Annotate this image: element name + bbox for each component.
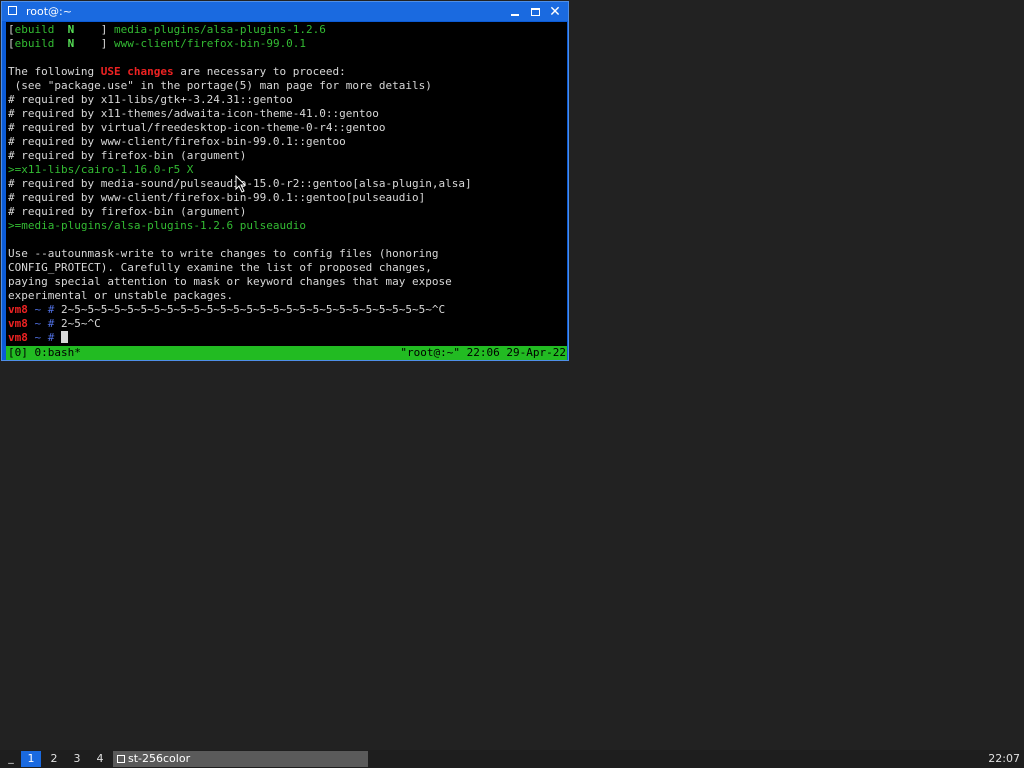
panel-clock: 22:07: [988, 752, 1020, 765]
terminal-text: ~: [27, 317, 48, 330]
terminal-text: ebuild: [14, 37, 55, 50]
terminal-text: vm8: [8, 303, 28, 316]
minimize-button[interactable]: [505, 3, 525, 20]
terminal-line: # required by www-client/firefox-bin-99.…: [8, 191, 472, 205]
terminal-line: # required by x11-themes/adwaita-icon-th…: [8, 107, 472, 121]
tmux-status-bar: [0] 0:bash* "root@:~" 22:06 29-Apr-22: [6, 346, 567, 360]
workspace-3[interactable]: 3: [67, 751, 87, 767]
taskbar-item-terminal[interactable]: st-256color: [113, 751, 368, 767]
terminal-text: vm8: [8, 317, 28, 330]
terminal-line: experimental or unstable packages.: [8, 289, 472, 303]
terminal-window[interactable]: root@:~ ✕ [ebuild N ] media-plugins/alsa…: [1, 1, 569, 361]
window-icon: [117, 755, 125, 763]
window-title: root@:~: [26, 5, 72, 18]
terminal-text: [: [8, 37, 15, 50]
tmux-window-list: [0] 0:bash*: [8, 346, 81, 359]
terminal-text: Use --autounmask-write to write changes …: [8, 247, 439, 260]
tmux-status-right: "root@:~" 22:06 29-Apr-22: [400, 346, 566, 359]
terminal-text: ~: [27, 331, 48, 344]
terminal-text: vm8: [8, 331, 28, 344]
terminal-line: # required by firefox-bin (argument): [8, 149, 472, 163]
terminal-text: ]: [74, 23, 114, 36]
terminal-line: (see "package.use" in the portage(5) man…: [8, 79, 472, 93]
terminal-text: #: [47, 331, 61, 344]
terminal-text: [: [8, 23, 15, 36]
terminal-text: The following: [8, 65, 101, 78]
workspace-4[interactable]: 4: [90, 751, 110, 767]
terminal-line: # required by www-client/firefox-bin-99.…: [8, 135, 472, 149]
terminal-line: CONFIG_PROTECT). Carefully examine the l…: [8, 261, 472, 275]
terminal-text: #: [47, 303, 61, 316]
terminal-text: CONFIG_PROTECT). Carefully examine the l…: [8, 261, 432, 274]
maximize-button[interactable]: [525, 3, 545, 20]
terminal-text: # required by www-client/firefox-bin-99.…: [8, 135, 346, 148]
close-icon: ✕: [549, 3, 561, 20]
terminal-text: 2~5~^C: [61, 317, 101, 330]
terminal-line: # required by firefox-bin (argument): [8, 205, 472, 219]
terminal-line: # required by virtual/freedesktop-icon-t…: [8, 121, 472, 135]
terminal-text: ]: [74, 37, 114, 50]
text-cursor: [61, 331, 68, 343]
mouse-cursor-icon: [235, 175, 247, 193]
window-icon[interactable]: [8, 6, 17, 15]
terminal-line: Use --autounmask-write to write changes …: [8, 247, 472, 261]
terminal-text: # required by firefox-bin (argument): [8, 205, 247, 218]
terminal-text: # required by x11-libs/gtk+-3.24.31::gen…: [8, 93, 293, 106]
terminal-line: vm8 ~ # 2~5~^C: [8, 317, 472, 331]
terminal-line: >=media-plugins/alsa-plugins-1.2.6 pulse…: [8, 219, 472, 233]
terminal-text: # required by firefox-bin (argument): [8, 149, 247, 162]
terminal-text: # required by www-client/firefox-bin-99.…: [8, 191, 426, 204]
terminal-text: ebuild: [14, 23, 55, 36]
panel-menu-button[interactable]: _: [4, 750, 18, 768]
terminal-line: # required by x11-libs/gtk+-3.24.31::gen…: [8, 93, 472, 107]
terminal-line: vm8 ~ #: [8, 331, 472, 345]
window-titlebar[interactable]: root@:~ ✕: [2, 2, 568, 21]
taskbar-item-label: st-256color: [128, 752, 191, 765]
terminal-line: paying special attention to mask or keyw…: [8, 275, 472, 289]
minimize-icon: [511, 14, 519, 16]
workspace-1[interactable]: 1: [21, 751, 41, 767]
terminal-area[interactable]: [ebuild N ] media-plugins/alsa-plugins-1…: [6, 22, 567, 360]
terminal-text: paying special attention to mask or keyw…: [8, 275, 452, 288]
terminal-line: vm8 ~ # 2~5~5~5~5~5~5~5~5~5~5~5~5~5~5~5~…: [8, 303, 472, 317]
terminal-text: # required by virtual/freedesktop-icon-t…: [8, 121, 386, 134]
maximize-icon: [530, 7, 540, 16]
terminal-line: [ebuild N ] media-plugins/alsa-plugins-1…: [8, 23, 472, 37]
terminal-text: >=media-plugins/alsa-plugins-1.2.6 pulse…: [8, 219, 307, 232]
terminal-text: >=x11-libs/cairo-1.16.0-r5 X: [8, 163, 194, 176]
terminal-text: media-plugins/alsa-plugins-1.2.6: [114, 23, 326, 36]
terminal-text: USE changes: [100, 65, 174, 78]
terminal-line: The following USE changes are necessary …: [8, 65, 472, 79]
workspace-2[interactable]: 2: [44, 751, 64, 767]
terminal-line: [ebuild N ] www-client/firefox-bin-99.0.…: [8, 37, 472, 51]
terminal-text: ~: [27, 303, 48, 316]
terminal-text: are necessary to proceed:: [173, 65, 346, 78]
terminal-text: # required by x11-themes/adwaita-icon-th…: [8, 107, 379, 120]
close-button[interactable]: ✕: [545, 3, 565, 20]
terminal-text: (see "package.use" in the portage(5) man…: [8, 79, 432, 92]
desktop: root@:~ ✕ [ebuild N ] media-plugins/alsa…: [0, 0, 1024, 768]
terminal-text: #: [47, 317, 61, 330]
bottom-panel: _ 1 2 3 4 st-256color 22:07: [0, 750, 1024, 768]
terminal-text: experimental or unstable packages.: [8, 289, 234, 302]
terminal-text: 2~5~5~5~5~5~5~5~5~5~5~5~5~5~5~5~5~5~5~5~…: [61, 303, 446, 316]
terminal-text: www-client/firefox-bin-99.0.1: [114, 37, 307, 50]
